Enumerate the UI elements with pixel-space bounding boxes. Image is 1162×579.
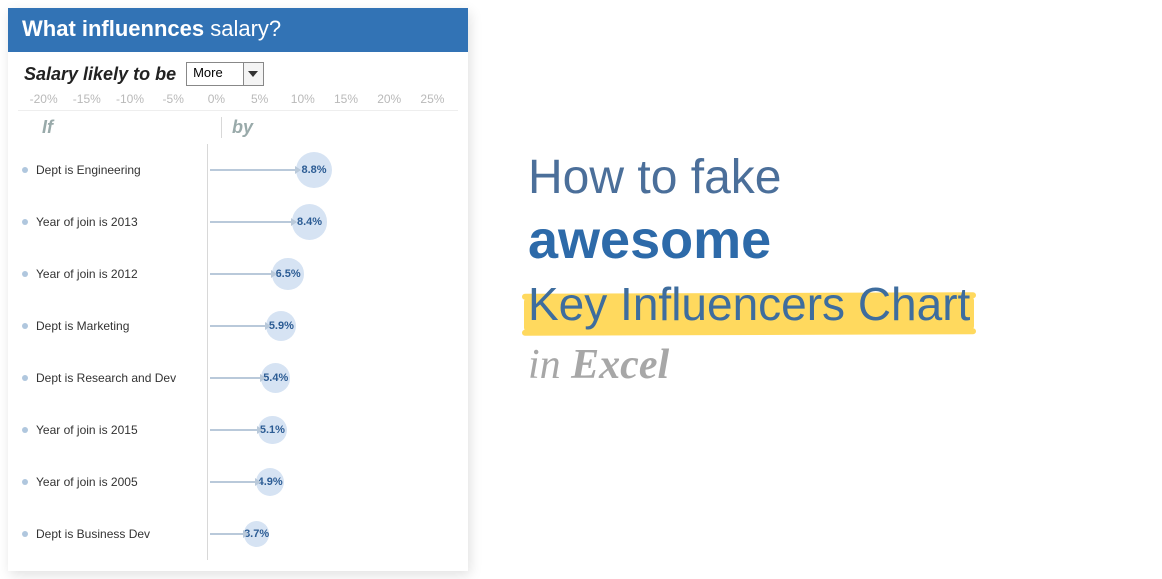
title-line-1: How to fake: [528, 150, 970, 205]
table-row: Year of join is 20155.1%: [18, 404, 458, 456]
bullet-icon: [22, 323, 28, 329]
title-line-2: awesome: [528, 209, 970, 271]
bullet-icon: [22, 167, 28, 173]
influencers-panel: What influennces salary? Salary likely t…: [8, 8, 468, 571]
bullet-icon: [22, 531, 28, 537]
title-in: in: [528, 342, 571, 388]
row-if-label: Dept is Marketing: [36, 319, 129, 333]
subhead-label: Salary likely to be: [24, 64, 176, 85]
select-value: More: [187, 63, 243, 85]
table-row: Dept is Business Dev3.7%: [18, 508, 458, 560]
title-line-3: Key Influencers Chart: [528, 277, 970, 331]
panel-title-bold: What influennces: [22, 16, 204, 41]
row-if-label: Dept is Engineering: [36, 163, 141, 177]
bullet-icon: [22, 479, 28, 485]
bullet-icon: [22, 427, 28, 433]
title-line-4: in Excel: [528, 341, 970, 389]
axis-tick: 20%: [368, 92, 411, 106]
rows: Dept is Engineering 8.8% Year of join is 2…: [8, 144, 468, 571]
bar: [210, 273, 276, 275]
row-if-label: Dept is Research and Dev: [36, 371, 176, 385]
row-if-label: Year of join is 2013: [36, 215, 138, 229]
axis-tick: 25%: [411, 92, 454, 106]
bar: [210, 533, 248, 535]
table-row: Year of join is 20126.5%: [18, 248, 458, 300]
panel-title: What influennces salary?: [8, 8, 468, 52]
bar: [210, 221, 296, 223]
bar: [210, 377, 265, 379]
bullet-icon: [22, 219, 28, 225]
axis-tick: -20%: [22, 92, 65, 106]
direction-select[interactable]: More: [186, 62, 264, 86]
bullet-icon: [22, 271, 28, 277]
title-excel: Excel: [571, 342, 669, 388]
row-if-label: Year of join is 2015: [36, 423, 138, 437]
x-axis: -20%-15%-10%-5%0%5%10%15%20%25%: [8, 88, 468, 106]
bar: [210, 481, 260, 483]
row-if-label: Year of join is 2005: [36, 475, 138, 489]
axis-tick: -5%: [152, 92, 195, 106]
table-row: Year of join is 20054.9%: [18, 456, 458, 508]
col-if: If: [32, 117, 217, 138]
table-row: Dept is Research and Dev5.4%: [18, 352, 458, 404]
axis-tick: 0%: [195, 92, 238, 106]
chevron-down-icon: [243, 63, 263, 85]
bullet-icon: [22, 375, 28, 381]
value-bubble: 8.8%: [296, 152, 332, 188]
panel-title-light: salary?: [210, 16, 281, 41]
axis-tick: 10%: [281, 92, 324, 106]
row-if-label: Year of join is 2012: [36, 267, 138, 281]
table-row: Dept is Engineering 8.8%: [18, 144, 458, 196]
bar: [210, 429, 262, 431]
col-by: by: [226, 117, 253, 138]
row-if-label: Dept is Business Dev: [36, 527, 150, 541]
table-row: Year of join is 2013 8.4%: [18, 196, 458, 248]
table-row: Dept is Marketing5.9%: [18, 300, 458, 352]
axis-tick: 15%: [324, 92, 367, 106]
axis-tick: -10%: [108, 92, 151, 106]
column-headers: If by: [18, 110, 458, 144]
article-title: How to fake awesome Key Influencers Char…: [468, 0, 970, 579]
axis-tick: -15%: [65, 92, 108, 106]
axis-tick: 5%: [238, 92, 281, 106]
subhead: Salary likely to be More: [8, 52, 468, 88]
value-bubble: 8.4%: [292, 204, 327, 239]
bar: [210, 169, 300, 171]
bar: [210, 325, 270, 327]
